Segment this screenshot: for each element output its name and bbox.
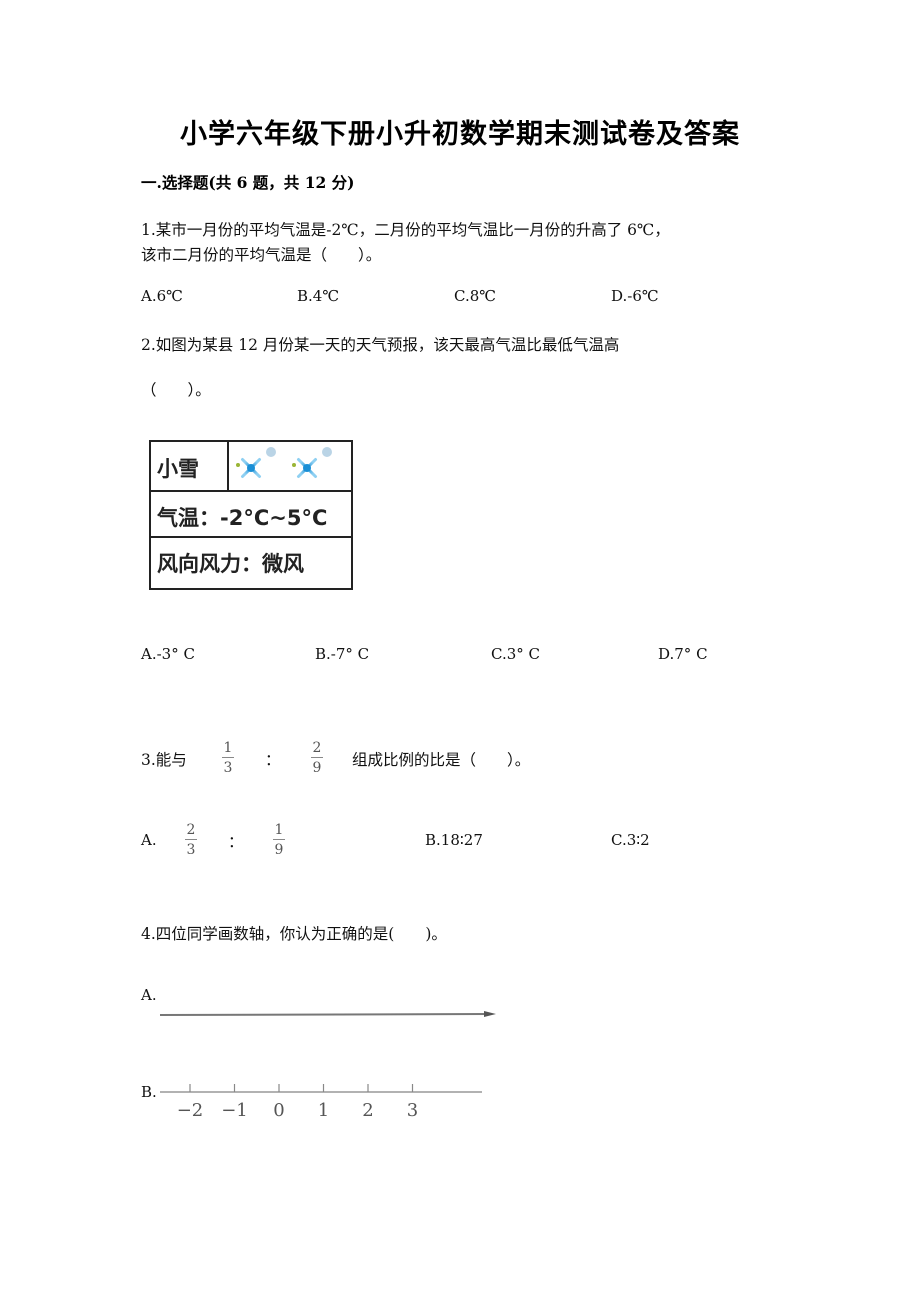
number-line-tick-label: −2 — [177, 1100, 204, 1121]
question-2-line1: 2.如图为某县 12 月份某一天的天气预报，该天最高气温比最低气温高 — [141, 336, 620, 354]
question-1-line1: 1.某市一月份的平均气温是-2℃，二月份的平均气温比一月份的升高了 6℃， — [141, 221, 670, 239]
number-line-a-axis — [159, 1013, 491, 1016]
snowflake-icons — [233, 446, 347, 486]
fraction-denominator: 3 — [186, 842, 196, 858]
number-line-tick-label: 0 — [273, 1100, 284, 1121]
question-3-option-b[interactable]: B.18∶27 — [425, 831, 483, 849]
question-3-option-a-fraction-1: 2 3 — [185, 823, 197, 857]
question-1-option-a[interactable]: A.6℃ — [141, 287, 183, 305]
question-4-option-a[interactable]: A. — [141, 986, 157, 1004]
question-1-option-d[interactable]: D.-6℃ — [611, 287, 659, 305]
question-3-option-a-fraction-2: 1 9 — [273, 823, 285, 857]
fraction-numerator: 1 — [274, 822, 284, 838]
question-2-option-b[interactable]: B.-7° C — [315, 645, 369, 663]
question-1-option-c[interactable]: C.8℃ — [454, 287, 496, 305]
number-line-tick-label: 1 — [318, 1100, 329, 1121]
weather-temperature-row: 气温：-2°C~5°C — [151, 492, 351, 538]
page-title: 小学六年级下册小升初数学期末测试卷及答案 — [180, 119, 740, 150]
question-3-option-a-colon: ： — [228, 833, 244, 851]
weather-condition-label: 小雪 — [157, 457, 199, 481]
question-3-option-a[interactable]: A. — [141, 831, 157, 849]
question-3-fraction-2: 2 9 — [311, 741, 323, 775]
question-3-prefix: 3.能与 — [141, 751, 187, 769]
question-4-line1: 4.四位同学画数轴，你认为正确的是( )。 — [141, 925, 447, 943]
number-line-tick-label: 2 — [362, 1100, 373, 1121]
question-3-colon: ： — [265, 751, 281, 769]
arrow-right-icon — [484, 1011, 496, 1017]
weather-condition-row: 小雪 — [151, 442, 351, 492]
fraction-numerator: 2 — [312, 740, 322, 756]
fraction-numerator: 1 — [223, 740, 233, 756]
section-heading: 一.选择题(共 6 题，共 12 分) — [141, 173, 355, 192]
fraction-numerator: 2 — [186, 822, 196, 838]
fraction-denominator: 3 — [223, 760, 233, 776]
question-2-option-c[interactable]: C.3° C — [491, 645, 540, 663]
question-2-option-d[interactable]: D.7° C — [658, 645, 708, 663]
number-line-a — [158, 1006, 498, 1020]
weather-forecast-card: 小雪 气温：-2°C~5°C 风向风力：微风 — [149, 440, 353, 590]
question-3-fraction-1: 1 3 — [222, 741, 234, 775]
question-2-line2: （ ）。 — [141, 381, 211, 399]
weather-row-divider — [227, 442, 229, 490]
snowflake-icon — [236, 447, 276, 482]
number-line-b: −2 −1 0 1 2 3 — [160, 1080, 490, 1126]
number-line-tick-label: 3 — [407, 1100, 418, 1121]
weather-temperature: 气温：-2°C~5°C — [157, 506, 328, 530]
question-3-option-c[interactable]: C.3∶2 — [611, 831, 650, 849]
question-1-option-b[interactable]: B.4℃ — [297, 287, 339, 305]
fraction-denominator: 9 — [312, 760, 322, 776]
fraction-denominator: 9 — [274, 842, 284, 858]
question-3-suffix: 组成比例的比是（ ）。 — [352, 751, 531, 769]
number-line-tick-label: −1 — [221, 1100, 248, 1121]
question-1-line2: 该市二月份的平均气温是（ ）。 — [141, 246, 382, 264]
weather-wind: 风向风力：微风 — [157, 552, 304, 576]
weather-wind-row: 风向风力：微风 — [151, 538, 351, 588]
question-4-option-b[interactable]: B. — [141, 1083, 157, 1101]
snowflake-icon — [292, 447, 332, 482]
question-2-option-a[interactable]: A.-3° C — [141, 645, 195, 663]
